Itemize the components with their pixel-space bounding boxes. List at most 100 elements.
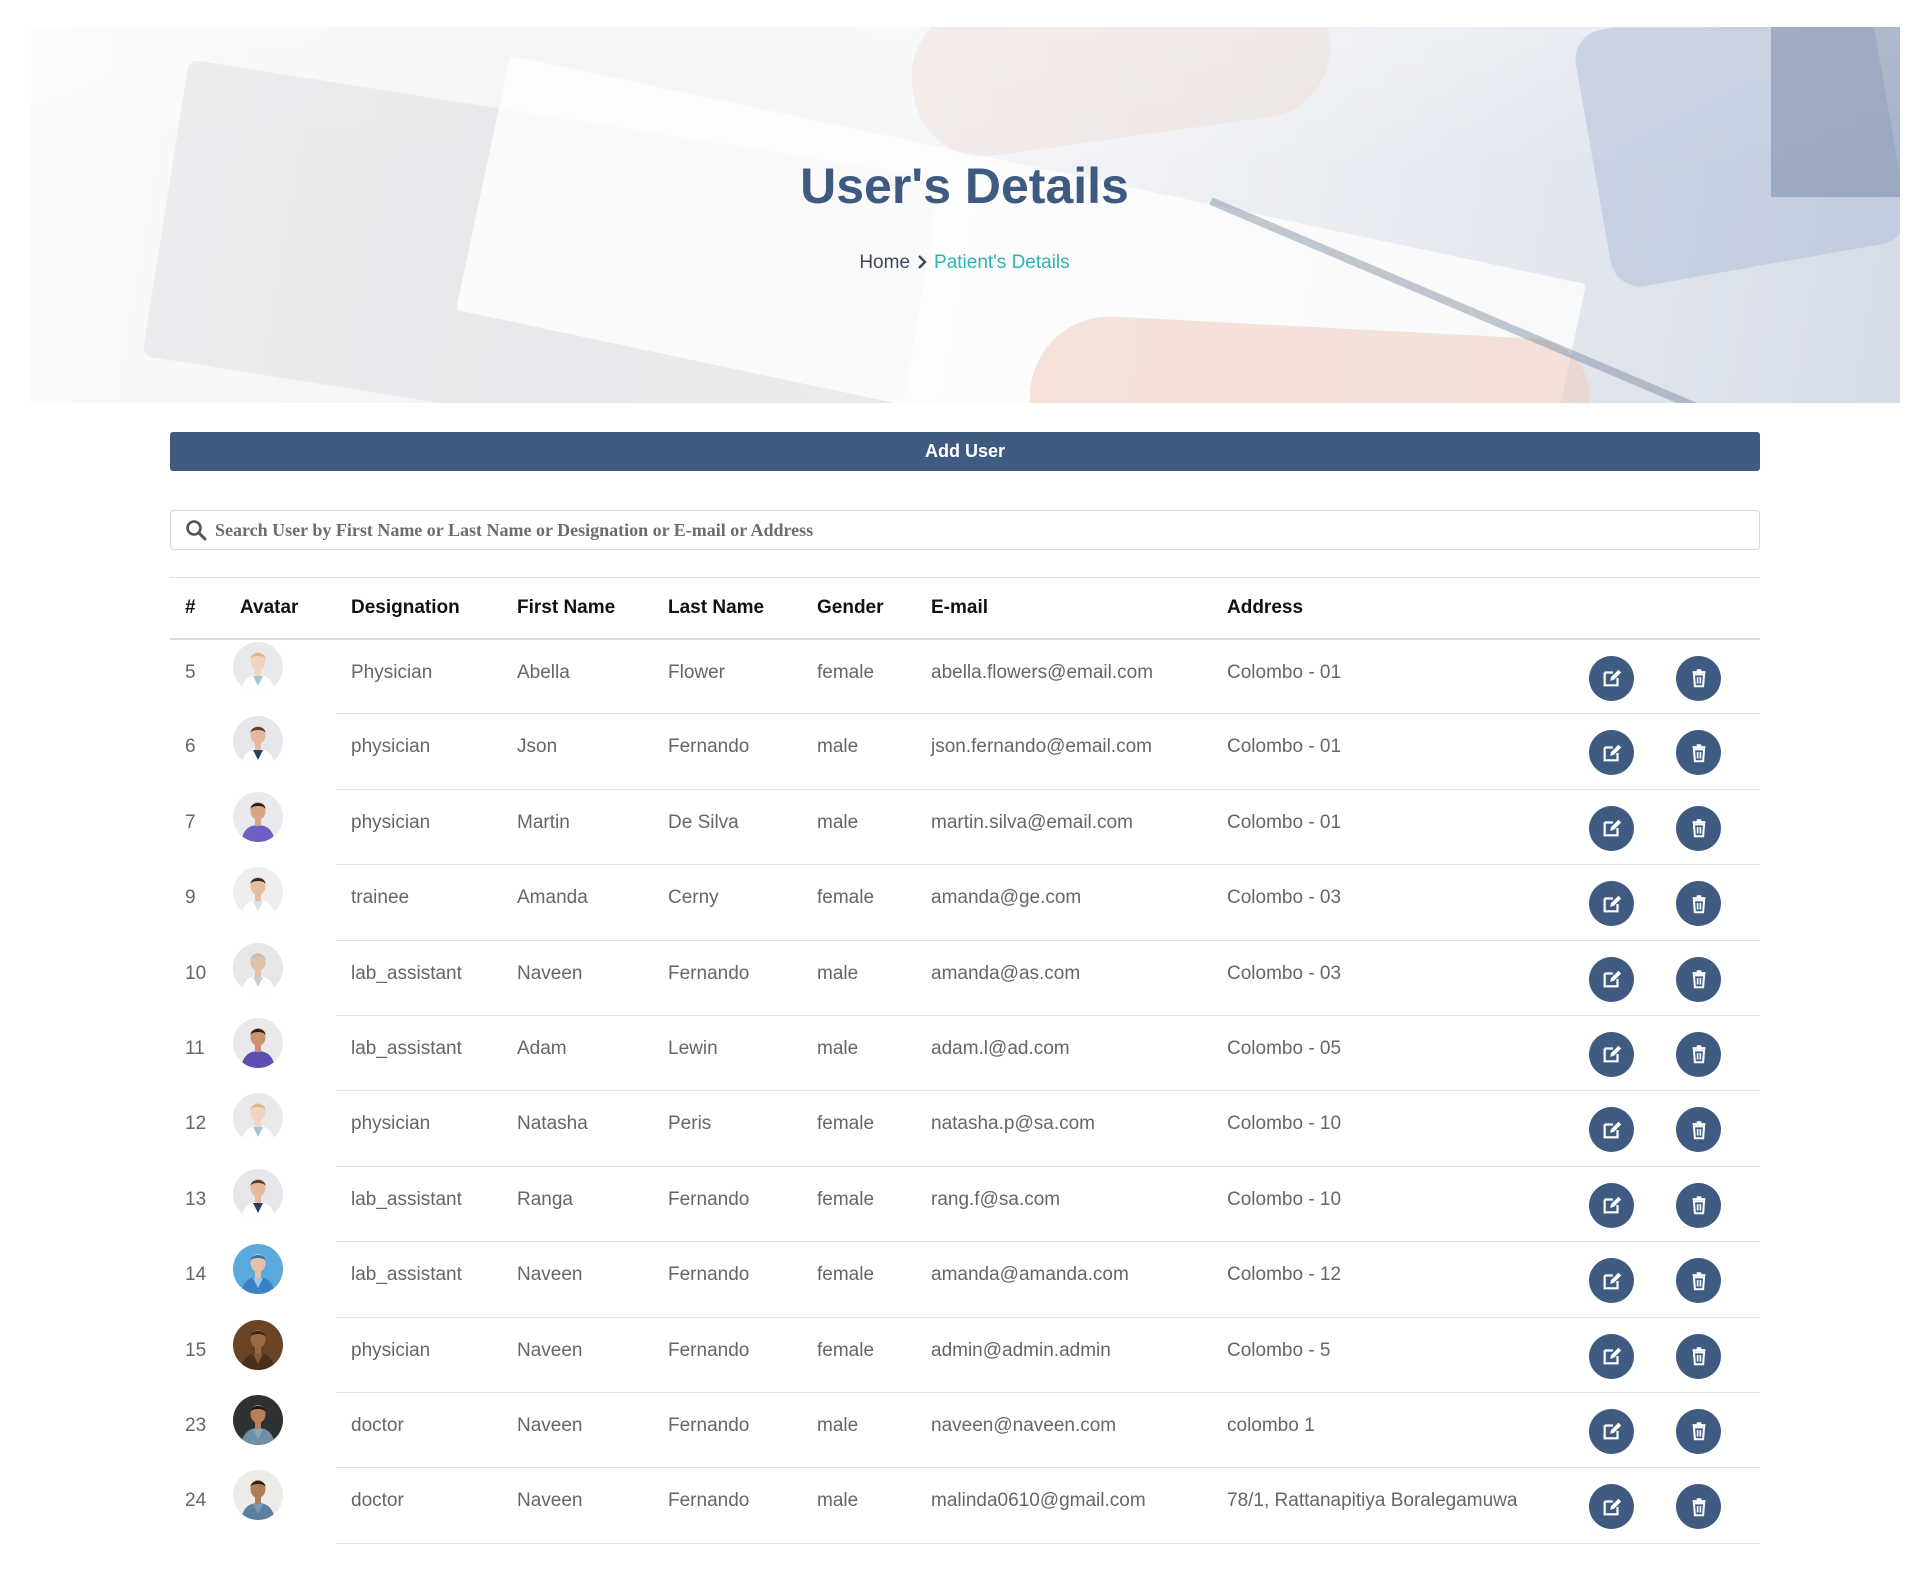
cell-avatar — [225, 1015, 336, 1092]
breadcrumb-home-link[interactable]: Home — [859, 252, 910, 273]
edit-button[interactable] — [1589, 1258, 1634, 1304]
cell-email: martin.silva@email.com — [931, 811, 1133, 833]
cell-delete — [1676, 1468, 1760, 1543]
cell-first-name: Naveen — [517, 962, 583, 984]
edit-button[interactable] — [1589, 1333, 1634, 1379]
cell-designation: trainee — [351, 887, 410, 909]
delete-button[interactable] — [1676, 1408, 1721, 1454]
cell-edit — [1589, 1468, 1676, 1543]
cell-edit — [1589, 1317, 1676, 1392]
cell-gender: female — [817, 1264, 875, 1286]
cell-address: Colombo - 05 — [1227, 1037, 1342, 1059]
cell-first-name: Naveen — [517, 1414, 583, 1436]
chevron-right-icon — [918, 255, 927, 269]
cell-last-name: Fernando — [668, 1264, 750, 1286]
cell-first-name: Ranga — [517, 1188, 573, 1210]
edit-button[interactable] — [1589, 1107, 1634, 1153]
cell-id: 6 — [170, 713, 225, 790]
delete-button[interactable] — [1676, 1484, 1721, 1530]
cell-avatar — [225, 1317, 336, 1393]
delete-button[interactable] — [1676, 881, 1721, 927]
edit-icon — [1601, 1345, 1623, 1367]
delete-button[interactable] — [1676, 805, 1721, 851]
edit-icon — [1601, 667, 1623, 689]
edit-icon — [1601, 1043, 1623, 1065]
cell-delete — [1676, 714, 1760, 789]
avatar — [233, 1168, 283, 1219]
cell-id: 13 — [170, 1166, 225, 1243]
delete-button[interactable] — [1676, 1333, 1721, 1379]
cell-delete — [1676, 940, 1760, 1015]
cell-gender: male — [817, 811, 859, 833]
cell-email: json.fernando@email.com — [931, 736, 1153, 758]
table-row: 14 lab_assistant Naveen Fernando female amand… — [170, 1241, 1760, 1318]
table-body: 5 Physician Abella Flower female abella.flowe… — [170, 638, 1760, 1544]
delete-button[interactable] — [1676, 655, 1721, 701]
edit-icon — [1601, 1420, 1623, 1442]
cell-first-name: Adam — [517, 1037, 567, 1059]
avatar — [233, 791, 283, 842]
hero-hand-shape — [902, 27, 1340, 166]
cell-address: Colombo - 01 — [1227, 661, 1342, 683]
cell-avatar — [225, 1392, 336, 1469]
delete-button[interactable] — [1676, 956, 1721, 1002]
table-row: 9 trainee Amanda Cerny female amanda@ge.com Co… — [170, 864, 1760, 941]
edit-button[interactable] — [1589, 1031, 1634, 1077]
table-row: 23 doctor Naveen Fernando male naveen@naveen.… — [170, 1392, 1760, 1469]
cell-last-name: Peris — [668, 1113, 712, 1135]
search-icon — [186, 520, 207, 541]
table-row: 13 lab_assistant Ranga Fernando female rang.f… — [170, 1166, 1760, 1243]
trash-icon — [1688, 817, 1710, 839]
edit-icon — [1601, 742, 1623, 764]
cell-last-name: Fernando — [668, 1414, 750, 1436]
cell-gender: male — [817, 1414, 859, 1436]
cell-last-name: Fernando — [668, 1490, 750, 1512]
cell-gender: male — [817, 736, 859, 758]
delete-button[interactable] — [1676, 1107, 1721, 1153]
col-header-first-name: First Name — [517, 596, 616, 618]
col-header-email: E-mail — [931, 596, 989, 618]
col-header-last-name: Last Name — [668, 596, 765, 618]
edit-button[interactable] — [1589, 730, 1634, 776]
add-user-button[interactable]: Add User — [170, 432, 1760, 471]
cell-edit — [1589, 714, 1676, 789]
edit-button[interactable] — [1589, 881, 1634, 927]
col-header-delete — [1676, 578, 1760, 639]
edit-button[interactable] — [1589, 655, 1634, 701]
col-header-avatar: Avatar — [240, 596, 299, 618]
trash-icon — [1688, 1194, 1710, 1216]
delete-button[interactable] — [1676, 1031, 1721, 1077]
cell-id: 11 — [170, 1015, 225, 1092]
search-input[interactable] — [215, 511, 1759, 549]
cell-last-name: Fernando — [668, 1188, 750, 1210]
cell-designation: lab_assistant — [351, 1188, 462, 1210]
col-header-address: Address — [1227, 596, 1304, 618]
cell-edit — [1589, 865, 1676, 940]
breadcrumb-current[interactable]: Patient's Details — [934, 252, 1070, 273]
trash-icon — [1688, 1043, 1710, 1065]
cell-first-name: Martin — [517, 811, 570, 833]
edit-icon — [1601, 893, 1623, 915]
cell-first-name: Naveen — [517, 1339, 583, 1361]
edit-button[interactable] — [1589, 1182, 1634, 1228]
edit-button[interactable] — [1589, 956, 1634, 1002]
cell-id: 9 — [170, 864, 225, 941]
avatar — [233, 1470, 283, 1521]
edit-button[interactable] — [1589, 1408, 1634, 1454]
delete-button[interactable] — [1676, 1182, 1721, 1228]
edit-button[interactable] — [1589, 805, 1634, 851]
cell-address: Colombo - 10 — [1227, 1113, 1342, 1135]
cell-address: Colombo - 5 — [1227, 1339, 1331, 1361]
cell-id: 10 — [170, 940, 225, 1016]
table-row: 5 Physician Abella Flower female abella.flowe… — [170, 638, 1760, 715]
cell-email: malinda0610@gmail.com — [931, 1490, 1146, 1512]
delete-button[interactable] — [1676, 1258, 1721, 1304]
edit-button[interactable] — [1589, 1484, 1634, 1530]
cell-id: 14 — [170, 1241, 225, 1318]
trash-icon — [1688, 667, 1710, 689]
edit-icon — [1601, 968, 1623, 990]
cell-designation: physician — [351, 1113, 431, 1135]
cell-address: colombo 1 — [1227, 1414, 1315, 1436]
delete-button[interactable] — [1676, 730, 1721, 776]
cell-id: 24 — [170, 1467, 225, 1544]
